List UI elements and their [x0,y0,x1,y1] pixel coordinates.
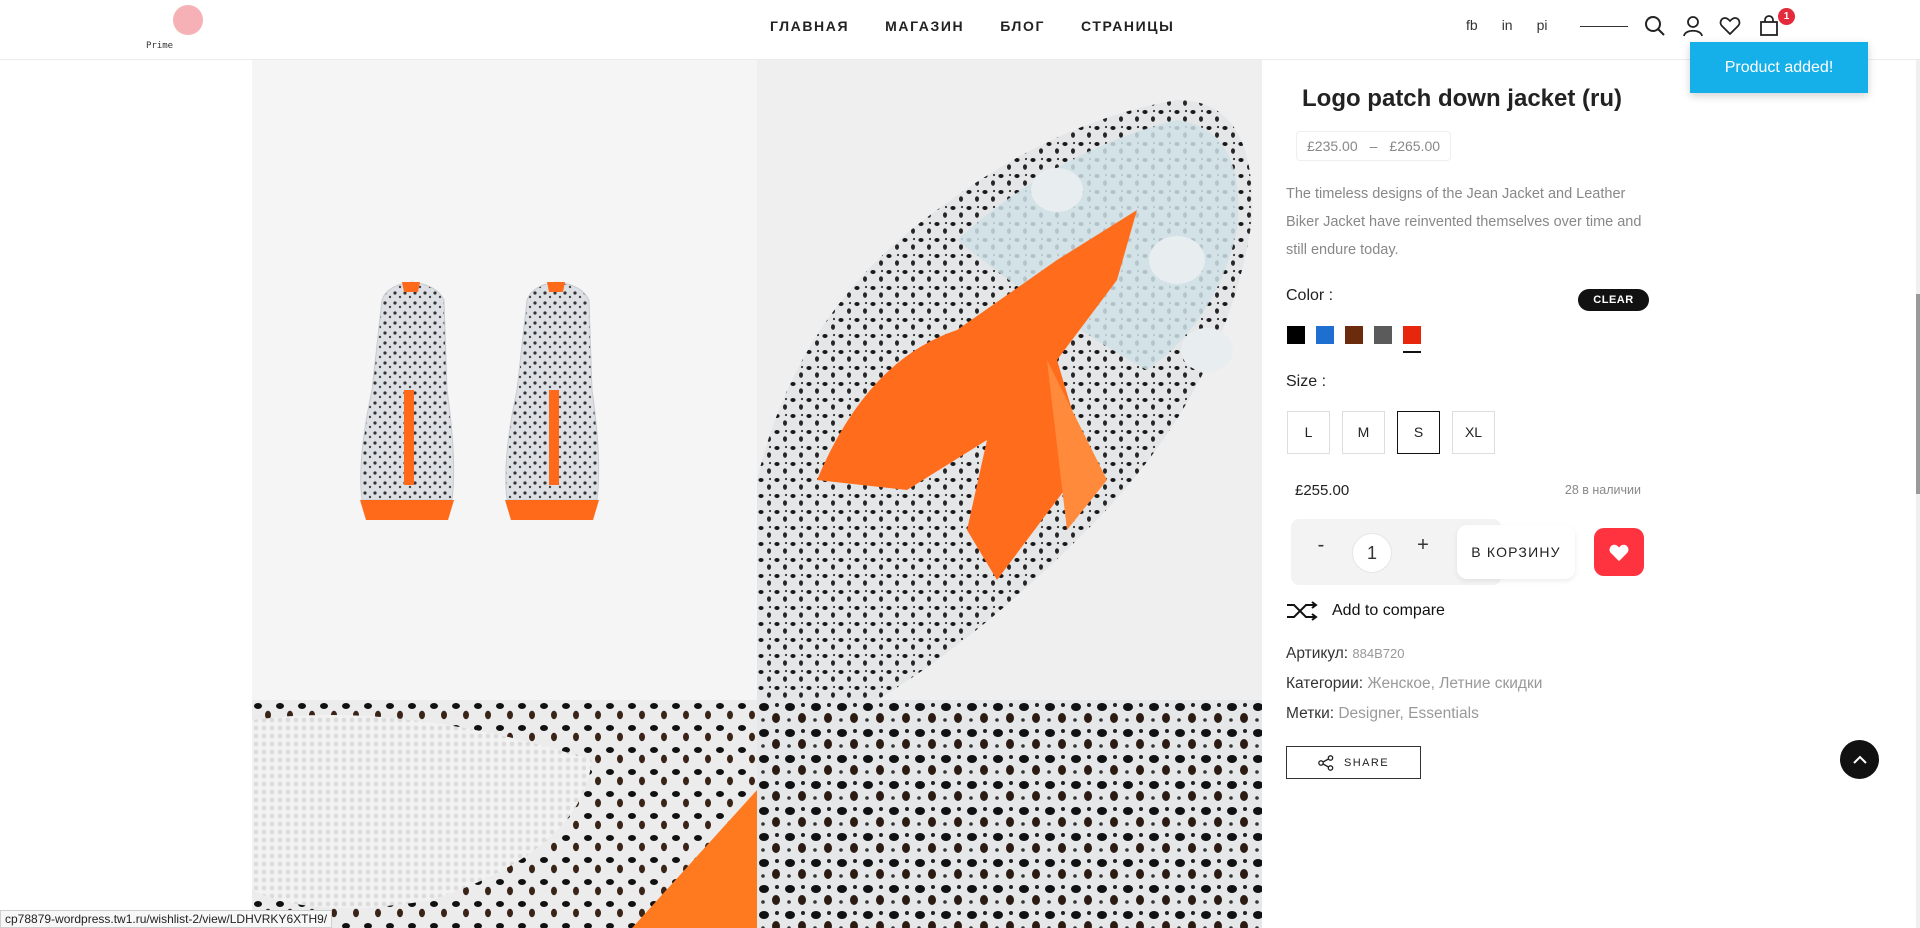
social-linkedin[interactable]: in [1502,17,1513,33]
gallery-image-upper-detail[interactable] [252,700,757,928]
tags-label: Метки: [1286,705,1335,722]
social-facebook[interactable]: fb [1466,17,1478,33]
share-label: SHARE [1344,756,1389,769]
swatch-brown[interactable] [1345,326,1363,344]
logo-mark [173,5,203,35]
status-bar-url: cp78879-wordpress.tw1.ru/wishlist-2/view… [0,910,333,928]
swatch-red[interactable] [1403,326,1421,353]
size-label: Size : [1286,373,1327,390]
scroll-to-top-button[interactable] [1840,740,1879,779]
shuffle-icon [1287,601,1318,621]
swatch-black[interactable] [1287,326,1305,344]
tag-link[interactable]: Designer [1338,705,1399,722]
user-icon[interactable] [1681,14,1705,38]
add-to-wishlist-button[interactable] [1594,528,1644,576]
size-option-xl[interactable]: XL [1452,411,1495,454]
stock-status: 28 в наличии [1564,483,1641,497]
cart-count-badge: 1 [1778,8,1795,25]
color-swatches [1287,326,1421,353]
logo[interactable]: Prime [138,4,208,54]
product-title: Logo patch down jacket (ru) [1302,85,1623,112]
size-option-m[interactable]: M [1342,411,1385,454]
product-description: The timeless designs of the Jean Jacket … [1286,186,1642,258]
variation-price: £255.00 [1295,482,1350,499]
tags-row: Метки: Designer, Essentials [1286,705,1479,722]
size-option-s[interactable]: S [1397,411,1440,454]
logo-text: Prime [146,41,174,51]
categories-label: Категории: [1286,675,1364,692]
sku-value: 884B720 [1352,646,1405,661]
selected-swatch-indicator [1403,351,1421,353]
price-min: £235.00 [1307,138,1358,154]
clear-button[interactable]: CLEAR [1578,289,1649,311]
share-button[interactable]: SHARE [1286,746,1421,779]
swatch-blue[interactable] [1316,326,1334,344]
size-option-l[interactable]: L [1287,411,1330,454]
gallery-image-sole[interactable] [757,60,1262,700]
social-pinterest[interactable]: pi [1537,17,1548,33]
social-links: fb in pi [1466,17,1548,33]
categories-row: Категории: Женское, Летние скидки [1286,675,1543,692]
chevron-up-icon [1852,755,1867,764]
share-icon [1318,754,1334,771]
heart-icon[interactable] [1718,14,1742,38]
sku-label: Артикул: [1286,645,1349,662]
nav-home[interactable]: ГЛАВНАЯ [770,18,849,34]
price-range: £235.00 – £265.00 [1296,131,1452,161]
scrollbar-thumb[interactable] [1916,294,1920,494]
sku-row: Артикул: 884B720 [1286,645,1404,663]
category-link[interactable]: Летние скидки [1439,675,1542,692]
heart-icon [1609,544,1629,562]
nav-shop[interactable]: МАГАЗИН [885,18,964,34]
toast-notification: Product added! [1690,42,1868,93]
nav-blog[interactable]: БЛОГ [1000,18,1045,34]
size-options: L M S XL [1287,411,1495,454]
site-header: Prime ГЛАВНАЯ МАГАЗИН БЛОГ СТРАНИЦЫ fb i… [0,0,1920,60]
search-icon[interactable] [1643,14,1667,38]
compare-label: Add to compare [1332,602,1445,619]
nav-pages[interactable]: СТРАНИЦЫ [1081,18,1174,34]
color-label: Color : [1286,287,1334,304]
product-gallery [252,60,1262,928]
quantity-plus-button[interactable]: + [1408,534,1438,557]
quantity-minus-button[interactable]: - [1306,534,1336,557]
swatch-gray[interactable] [1374,326,1392,344]
price-separator: – [1369,138,1378,154]
category-link[interactable]: Женское [1367,675,1430,692]
main-nav: ГЛАВНАЯ МАГАЗИН БЛОГ СТРАНИЦЫ [770,18,1174,34]
add-to-cart-button[interactable]: В КОРЗИНУ [1457,525,1575,579]
add-to-compare-link[interactable]: Add to compare [1286,601,1445,621]
quantity-input[interactable]: 1 [1352,533,1392,573]
price-max: £265.00 [1389,138,1441,154]
gallery-image-texture[interactable] [757,700,1262,928]
gallery-image-back-view[interactable] [252,60,757,700]
tag-link[interactable]: Essentials [1408,705,1479,722]
header-divider [1580,26,1628,27]
